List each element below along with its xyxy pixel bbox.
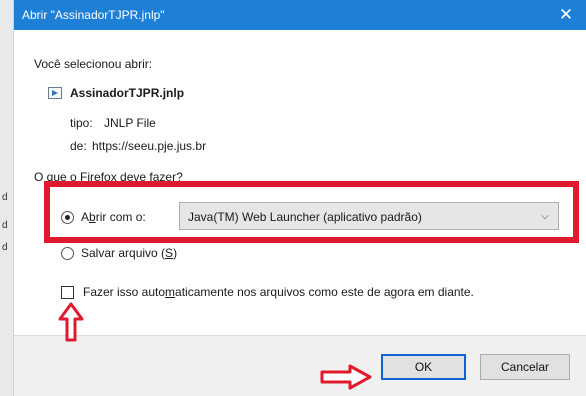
window-title: Abrir "AssinadorTJPR.jnlp" bbox=[22, 8, 165, 22]
background-text: d bbox=[2, 192, 8, 203]
open-with-radio[interactable] bbox=[61, 211, 74, 224]
auto-action-checkbox[interactable] bbox=[61, 286, 74, 299]
open-file-dialog: Você selecionou abrir: AssinadorTJPR.jnl… bbox=[14, 30, 586, 396]
save-file-radio[interactable] bbox=[61, 247, 74, 260]
background-text: d bbox=[2, 242, 8, 253]
background-text: d bbox=[2, 220, 8, 231]
file-type-value: JNLP File bbox=[104, 116, 156, 130]
application-select[interactable]: Java(TM) Web Launcher (aplicativo padrão… bbox=[179, 202, 559, 230]
intro-text: Você selecionou abrir: bbox=[34, 57, 153, 71]
ok-button[interactable]: OK bbox=[381, 354, 466, 380]
auto-action-label[interactable]: Fazer isso automaticamente nos arquivos … bbox=[83, 285, 474, 299]
application-select-value: Java(TM) Web Launcher (aplicativo padrão… bbox=[188, 210, 422, 224]
file-type-label: tipo: bbox=[70, 116, 93, 130]
file-name: AssinadorTJPR.jnlp bbox=[70, 86, 185, 100]
save-file-label[interactable]: Salvar arquivo (S) bbox=[81, 246, 177, 260]
file-source-label: de: bbox=[70, 139, 87, 153]
file-source-value: https://seeu.pje.jus.br bbox=[92, 139, 207, 153]
close-icon[interactable]: ✕ bbox=[546, 0, 586, 30]
cancel-button[interactable]: Cancelar bbox=[480, 354, 570, 380]
title-bar[interactable]: Abrir "AssinadorTJPR.jnlp" ✕ bbox=[14, 0, 586, 30]
action-question: O que o Firefox deve fazer? bbox=[34, 170, 183, 184]
open-with-label[interactable]: Abrir com o: bbox=[81, 210, 146, 224]
jnlp-file-icon bbox=[48, 87, 62, 99]
background-window-edge: d d d bbox=[0, 0, 14, 396]
chevron-down-icon[interactable]: ⌵ bbox=[536, 206, 554, 226]
